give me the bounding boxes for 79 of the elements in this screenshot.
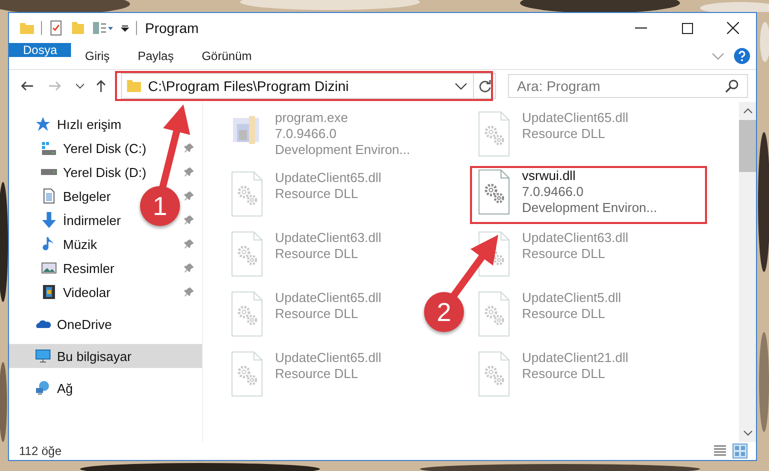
pin-icon[interactable] (184, 215, 194, 225)
pin-icon[interactable] (184, 287, 194, 297)
expand-ribbon-icon[interactable] (712, 52, 724, 60)
pin-icon[interactable] (184, 239, 194, 249)
file-detail: Resource DLL (522, 246, 606, 262)
file-name: UpdateClient5.dll (522, 290, 622, 306)
star-icon (35, 116, 51, 132)
search-field[interactable]: Ara: Program (508, 74, 748, 98)
download-icon (41, 212, 57, 228)
refresh-icon (478, 79, 491, 93)
ribbon-tab[interactable]: Giriş (71, 43, 124, 69)
pin-icon[interactable] (184, 191, 194, 201)
file-detail: Development Environ... (522, 200, 658, 216)
document-icon (41, 188, 57, 204)
file-name: UpdateClient65.dll (522, 110, 628, 126)
minimize-icon (635, 27, 647, 29)
folder-icon (126, 78, 142, 94)
file-detail: Resource DLL (522, 306, 606, 322)
file-detail: Resource DLL (522, 366, 606, 382)
file-detail: Resource DLL (275, 246, 360, 262)
scroll-thumb[interactable] (739, 120, 756, 172)
nav-item[interactable]: İndirmeler (41, 208, 121, 232)
file-name: UpdateClient65.dll (275, 170, 382, 186)
nav-item[interactable]: Belgeler (41, 184, 111, 208)
scroll-up-icon[interactable] (742, 108, 752, 114)
nav-item[interactable]: Hızlı erişim (9, 112, 202, 136)
nav-item[interactable]: Yerel Disk (D:) (41, 160, 146, 184)
drive-icon (41, 140, 57, 156)
scroll-down-icon[interactable] (742, 430, 752, 436)
nav-item[interactable]: Resimler (41, 256, 114, 280)
pin-icon[interactable] (184, 167, 194, 177)
item-count: 112 öğe (19, 444, 62, 458)
file-detail: Resource DLL (275, 186, 360, 202)
file-detail: 7.0.9466.0 (275, 126, 338, 142)
file-name: vsrwui.dll (522, 168, 576, 184)
scrollbar[interactable] (739, 102, 756, 442)
pin-icon[interactable] (184, 143, 194, 153)
view-options-icon[interactable] (92, 20, 114, 36)
file-menu-tab[interactable]: Dosya (9, 43, 72, 57)
nav-item[interactable]: Videolar (41, 280, 110, 304)
file-item[interactable]: vsrwui.dll 7.0.9466.0 Development Environ... (470, 166, 707, 224)
dropdown-icon[interactable] (455, 82, 467, 90)
help-icon[interactable] (734, 48, 750, 64)
properties-icon[interactable] (48, 20, 64, 36)
file-name: UpdateClient21.dll (522, 350, 628, 366)
nav-item[interactable]: Bu bilgisayar (9, 344, 202, 368)
address-path: C:\Program Files\Program Dizini (148, 78, 350, 94)
picture-icon (41, 260, 57, 276)
file-detail: Resource DLL (275, 306, 360, 322)
file-name: program.exe (275, 110, 349, 126)
file-name: UpdateClient65.dll (275, 290, 382, 306)
file-name: UpdateClient65.dll (275, 350, 382, 366)
nav-item[interactable]: Müzik (41, 232, 97, 256)
tiles-view-icon[interactable] (732, 443, 748, 459)
nav-item[interactable]: OneDrive (9, 312, 202, 336)
file-detail: Resource DLL (522, 126, 606, 142)
drive-icon (41, 169, 57, 175)
computer-icon (35, 348, 51, 364)
ribbon-tab[interactable]: Paylaş (124, 43, 188, 69)
recent-locations-icon[interactable] (75, 83, 85, 89)
network-icon (35, 380, 51, 396)
film-icon (41, 284, 57, 300)
file-detail: Resource DLL (275, 366, 360, 382)
address-bar[interactable]: C:\Program Files\Program Dizini (121, 73, 496, 99)
search-icon (724, 78, 740, 94)
file-detail: 7.0.9466.0 (522, 184, 584, 200)
ribbon-tab[interactable]: Görünüm (188, 43, 266, 69)
close-icon (727, 22, 739, 34)
pin-icon[interactable] (184, 263, 194, 273)
folder-icon[interactable] (19, 20, 35, 36)
new-folder-icon[interactable] (70, 20, 86, 36)
file-detail: Development Environ... (275, 142, 410, 158)
nav-item[interactable]: Yerel Disk (C:) (41, 136, 146, 160)
customize-dropdown-icon[interactable] (120, 23, 130, 33)
nav-item[interactable]: Ağ (9, 376, 202, 400)
file-name: UpdateClient63.dll (275, 230, 382, 246)
window-title: Program (145, 20, 199, 36)
file-name: UpdateClient63.dll (522, 230, 628, 246)
maximize-icon (682, 22, 692, 34)
